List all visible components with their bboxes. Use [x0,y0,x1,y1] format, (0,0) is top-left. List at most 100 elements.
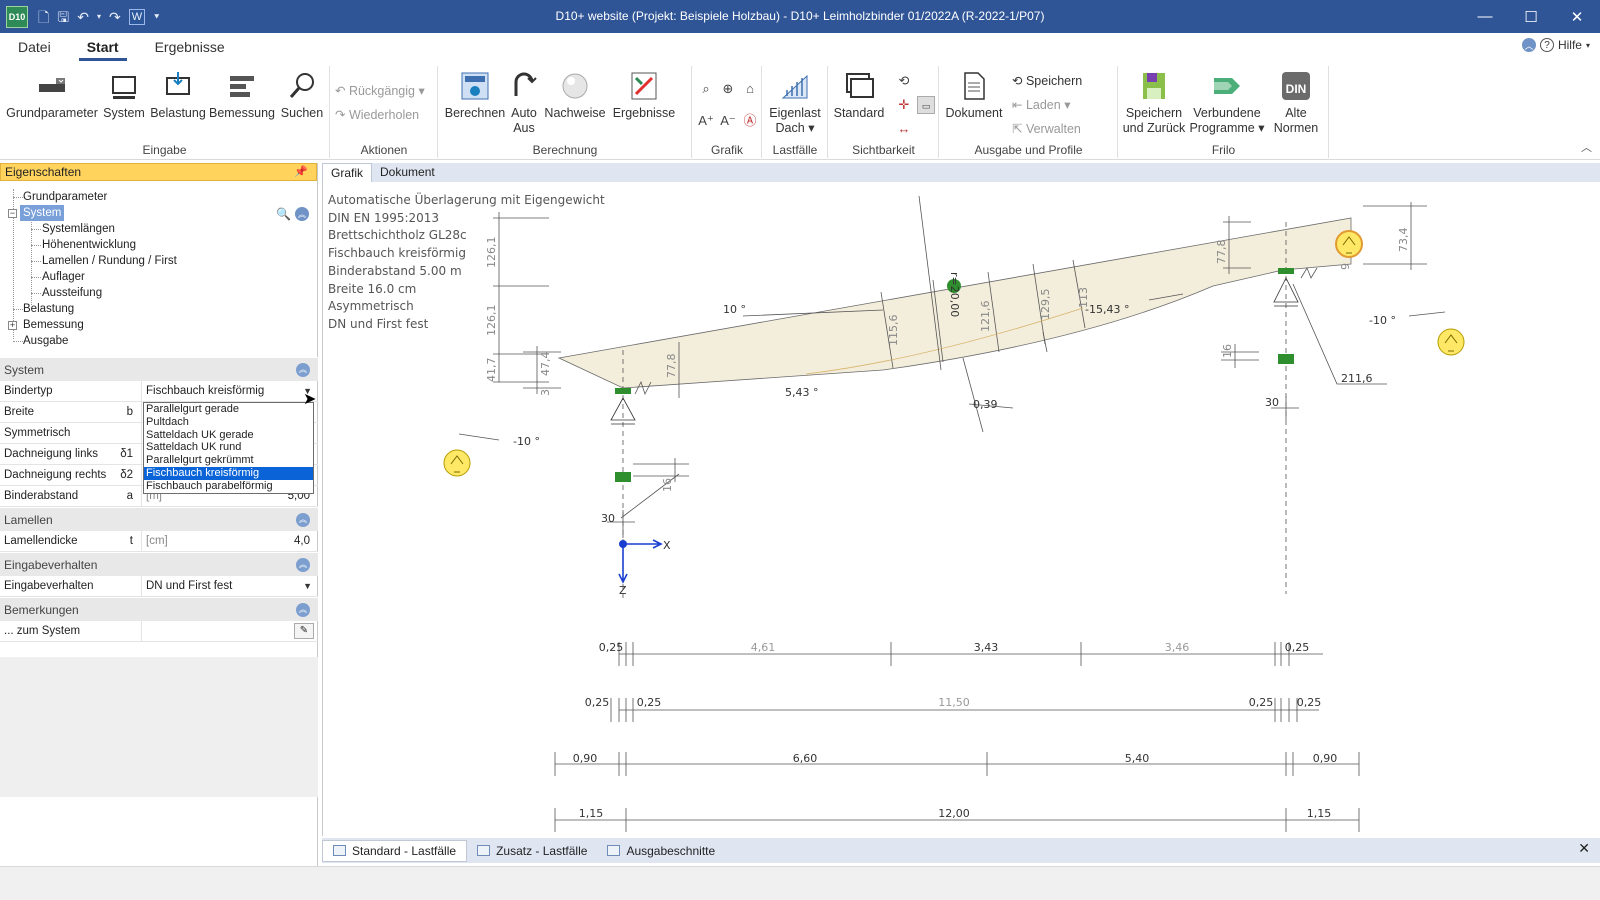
dropdown-option[interactable]: Parallelgurt gekrümmt [144,454,313,467]
rotate-view-icon[interactable]: ⟲ [895,72,913,90]
nachweise-button[interactable]: Nachweise [541,70,609,121]
collapse-all-icon[interactable]: ︽ [295,207,309,221]
zoom-in-icon[interactable]: ⊕ [719,80,737,98]
tab-ausgabeschnitte[interactable]: Ausgabeschnitte [597,840,725,862]
dropdown-option[interactable]: Pultdach [144,416,313,429]
dropdown-option[interactable]: Satteldach UK rund [144,441,313,454]
tab-zusatz-lastfaelle[interactable]: Zusatz - Lastfälle [467,840,597,862]
customize-toolbar-icon[interactable]: ⯆ [153,10,160,24]
collapse-section-icon[interactable]: ︽ [296,603,310,617]
tree-item-belastung[interactable]: Belastung [23,301,74,317]
tree-item-hoehenentwicklung[interactable]: Höhenentwicklung [42,237,136,253]
belastung-icon [166,72,190,95]
tree-item-aussteifung[interactable]: Aussteifung [42,285,102,301]
redo-button[interactable]: ↷ Wiederholen [335,104,419,126]
dimension-label: 0,39 [973,398,998,411]
close-button[interactable]: ✕ [1554,0,1600,33]
collapse-icon[interactable]: − [8,209,17,218]
undo-icon[interactable]: ↶ [77,10,89,24]
collapse-section-icon[interactable]: ︽ [296,513,310,527]
undo-button[interactable]: ↶ Rückgängig ▾ [335,80,425,102]
bemessung-button[interactable]: Bemessung [208,70,276,121]
word-icon[interactable]: W [128,8,146,25]
axis-toggle-icon[interactable]: ✛ [895,96,913,114]
app-logo[interactable]: D10 [6,5,28,28]
tab-ergebnisse[interactable]: Ergebnisse [137,33,243,62]
eingabeverhalten-select[interactable]: DN und First fest ▼ [142,576,318,596]
collapse-ribbon-icon[interactable]: ︿ [1581,139,1592,155]
tree-item-bemessung[interactable]: Bemessung [23,317,84,333]
help-menu[interactable]: ︿ ? Hilfe ▾ [1521,38,1590,52]
ribbon: Grundparameter System Belastung Bemessun… [0,62,1600,160]
belastung-button[interactable]: Belastung [148,70,208,121]
dim-row3-label: 0,90 [573,752,598,765]
bemerkungen-field[interactable]: ✎ [142,621,318,641]
grundparameter-button[interactable]: Grundparameter [6,70,98,121]
home-icon[interactable]: ⌂ [741,80,759,98]
section-lamellen[interactable]: Lamellen ︽ [0,507,318,531]
auto-aus-button[interactable]: Auto Aus [507,70,541,136]
font-decrease-icon[interactable]: A⁻ [719,112,737,130]
profil-speichern-button[interactable]: ⟲ Speichern [1012,70,1082,92]
new-file-icon[interactable]: 🗋 [38,10,49,24]
verbundene-programme-button[interactable]: Verbundene Programme ▾ [1189,70,1265,136]
dimension-toggle-icon[interactable]: ↔ [895,120,913,138]
search-icon[interactable]: 🔍 [276,207,291,221]
lamellendicke-field[interactable]: [cm] 4,0 [142,531,318,551]
property-label: Binderabstand a [0,486,142,506]
dropdown-option[interactable]: Parallelgurt gerade [144,403,313,416]
tree-item-ausgabe[interactable]: Ausgabe [23,333,68,349]
graphic-canvas[interactable]: Automatische Überlagerung mit Eigengewic… [322,182,1600,836]
collapse-section-icon[interactable]: ︽ [296,558,310,572]
profil-laden-button[interactable]: ⇤ Laden ▾ [1012,94,1070,116]
standard-view-button[interactable]: Standard [831,70,887,121]
tree-item-system[interactable]: System [20,205,65,221]
suchen-button[interactable]: Suchen [276,70,328,121]
tree-item-systemlaengen[interactable]: Systemlängen [42,221,115,237]
save-icon[interactable]: 🖫 [57,10,69,24]
tree-item-auflager[interactable]: Auflager [42,269,85,285]
tab-grafik[interactable]: Grafik [322,163,373,182]
text-frame-icon[interactable]: Ⓐ [741,112,759,130]
expand-icon[interactable]: + [8,321,17,330]
redo-icon[interactable]: ↷ [109,10,121,24]
section-system[interactable]: System ︽ [0,357,318,381]
tree-item-lamellen[interactable]: Lamellen / Rundung / First [42,253,177,269]
ergebnisse-button[interactable]: Ergebnisse [609,70,679,121]
radius-label: r=20,00 [948,272,961,317]
bindertyp-select[interactable]: Fischbauch kreisförmig ▼ [142,381,318,401]
eigenlast-dach-button[interactable]: Eigenlast Dach ▾ [765,70,825,136]
collapse-section-icon[interactable]: ︽ [296,363,310,377]
dropdown-option[interactable]: Fischbauch kreisförmig [144,466,313,480]
close-icon[interactable]: ✕ [1578,840,1590,857]
alte-normen-button[interactable]: Alte Normen DIN [1267,70,1325,136]
chevron-down-icon[interactable]: ▼ [303,576,312,596]
dropdown-option[interactable]: Satteldach UK gerade [144,429,313,442]
pin-icon[interactable]: 📌 [294,164,308,180]
system-button[interactable]: System [100,70,148,121]
tab-dokument[interactable]: Dokument [372,163,443,182]
maximize-button[interactable]: ☐ [1508,0,1554,33]
dokument-button[interactable]: Dokument [944,70,1004,121]
tab-start[interactable]: Start [69,33,137,62]
collapse-up-icon[interactable]: ︿ [1521,38,1536,52]
section-eingabeverhalten[interactable]: Eingabeverhalten ︽ [0,552,318,576]
label-toggle-icon[interactable]: ▭ [917,96,935,114]
edit-icon[interactable]: ✎ [294,623,314,639]
minimize-button[interactable]: — [1462,0,1508,33]
profil-verwalten-button[interactable]: ⇱ Verwalten [1012,118,1081,140]
speichern-zurueck-button[interactable]: Speichern und Zurück [1121,70,1187,136]
property-row-bemerkungen: ... zum System ✎ [0,621,318,642]
tree-item-grundparameter[interactable]: Grundparameter [23,189,107,205]
dropdown-icon[interactable]: ▾ [97,10,101,24]
calculator-icon [461,72,489,100]
font-increase-icon[interactable]: A⁺ [697,112,715,130]
berechnen-button[interactable]: Berechnen [443,70,507,121]
dropdown-option[interactable]: Fischbauch parabelförmig [144,480,313,493]
window-title: D10+ website (Projekt: Beispiele Holzbau… [555,9,1045,23]
tab-standard-lastfaelle[interactable]: Standard - Lastfälle [322,839,468,862]
zoom-icon[interactable]: ⌕ [697,80,715,98]
tab-datei[interactable]: Datei [0,33,69,62]
section-bemerkungen[interactable]: Bemerkungen ︽ [0,597,318,621]
group-label-berechnung: Berechnung [532,143,598,157]
